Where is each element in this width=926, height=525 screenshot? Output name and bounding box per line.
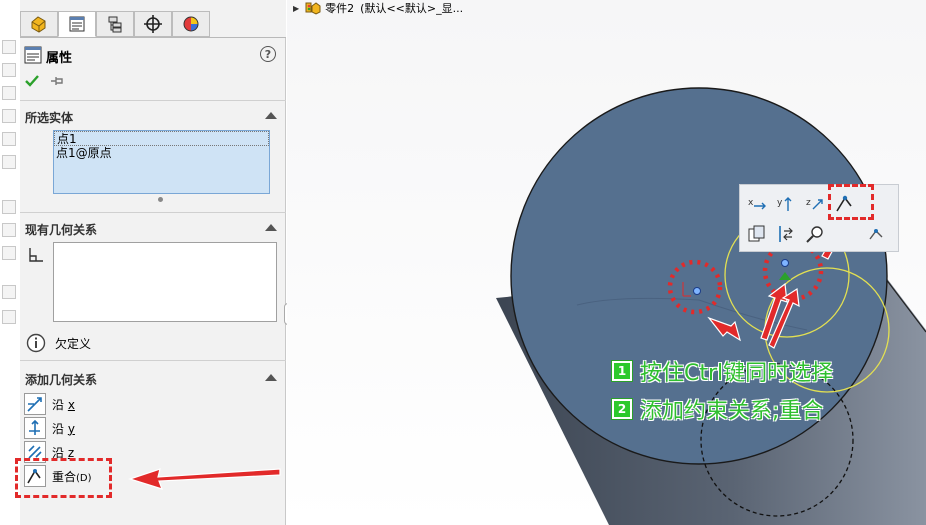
add-relation-along-y[interactable]: 沿 y (24, 417, 75, 439)
tab-display-manager[interactable] (172, 11, 210, 37)
annotation-step-2: 2 添加约束关系;重合 (612, 396, 824, 424)
section-title-add: 添加几何关系 (25, 373, 98, 387)
info-icon (26, 333, 46, 353)
page-title: 属性 (46, 51, 73, 66)
axis-label: y (777, 198, 783, 208)
collapse-icon[interactable] (265, 374, 277, 381)
property-manager-icon (69, 16, 85, 32)
collapse-icon[interactable] (265, 112, 277, 119)
feature-manager-icon (31, 16, 46, 33)
ghost-icon (2, 246, 16, 260)
step-badge: 1 (612, 361, 632, 381)
collapse-icon[interactable] (265, 224, 277, 231)
annotation-text: 添加约束关系;重合 (640, 399, 824, 424)
ghost-icon (2, 223, 16, 237)
tab-property-manager[interactable] (58, 11, 96, 37)
more-button[interactable] (864, 221, 890, 247)
ghost-icon (2, 40, 16, 54)
highlight-box (15, 458, 112, 498)
help-icon[interactable]: ? (260, 46, 276, 62)
along-y-button[interactable]: y (773, 190, 799, 216)
section-divider (20, 212, 286, 213)
resize-handle[interactable] (158, 197, 163, 202)
ghost-icon (2, 132, 16, 146)
tab-dimxpert-manager[interactable] (134, 11, 172, 37)
ghost-icon (2, 155, 16, 169)
annotation-text: 按住Ctrl键同时选择 (640, 361, 834, 386)
step-badge: 2 (612, 399, 632, 419)
ghost-icon (2, 109, 16, 123)
context-toolbar: x y z (739, 184, 899, 252)
highlight-box (828, 184, 874, 220)
ghost-icon (2, 285, 16, 299)
tab-configuration-manager[interactable] (96, 11, 134, 37)
list-item[interactable]: 点1@原点 (54, 146, 269, 161)
ghost-icon (2, 63, 16, 77)
relation-label: 沿 (52, 421, 65, 436)
annotation-step-1: 1 按住Ctrl键同时选择 (612, 358, 834, 386)
section-divider (20, 100, 286, 101)
section-title-existing: 现有几何关系 (25, 223, 98, 237)
ghost-icon (2, 200, 16, 214)
ghost-icon (2, 310, 16, 324)
relation-icon (29, 248, 43, 262)
dimension-button[interactable] (773, 221, 799, 247)
property-manager-icon (24, 46, 42, 64)
manager-tabs (20, 0, 286, 38)
sketch-point[interactable] (693, 287, 701, 295)
list-item[interactable]: 点1 (54, 131, 269, 146)
relation-shortcut: y (67, 421, 75, 436)
property-header: 属性 ? (20, 44, 286, 66)
crosshair-icon (144, 15, 162, 33)
origin-point[interactable] (781, 259, 789, 267)
ghost-icon (2, 86, 16, 100)
along-x-button[interactable]: x (744, 190, 770, 216)
axis-label: x (748, 198, 754, 208)
display-manager-icon (183, 16, 199, 32)
axis-label: z (806, 198, 811, 208)
along-z-button[interactable]: z (802, 190, 828, 216)
status-text: 欠定义 (55, 337, 92, 351)
section-divider (20, 360, 286, 361)
ok-checkmark-icon[interactable] (25, 74, 39, 88)
along-x-icon (24, 393, 46, 415)
section-title-selected: 所选实体 (25, 111, 74, 125)
along-y-icon (24, 417, 46, 439)
relation-shortcut: x (67, 397, 75, 412)
relation-label: 沿 (52, 397, 65, 412)
configuration-manager-icon (108, 16, 122, 33)
pointer-arrow (128, 468, 281, 490)
zoom-button[interactable] (802, 221, 828, 247)
model-scene[interactable] (287, 0, 926, 525)
add-relation-along-x[interactable]: 沿 x (24, 393, 75, 415)
graphics-viewport[interactable]: ▶ 零件2 (默认<<默认>_显... x y z 1 按住Ctrl键同时选择 … (287, 0, 926, 525)
ghost-tree-column (0, 0, 20, 525)
property-manager-panel: 属性 ? 所选实体 点1 点1@原点 现有几何关系 欠定义 添加几何关系 沿 x (15, 0, 286, 525)
pin-icon[interactable] (50, 74, 64, 88)
copy-button[interactable] (744, 221, 770, 247)
selected-entities-list[interactable]: 点1 点1@原点 (53, 130, 270, 194)
tab-feature-manager[interactable] (20, 11, 58, 37)
existing-relations-list[interactable] (53, 242, 277, 322)
